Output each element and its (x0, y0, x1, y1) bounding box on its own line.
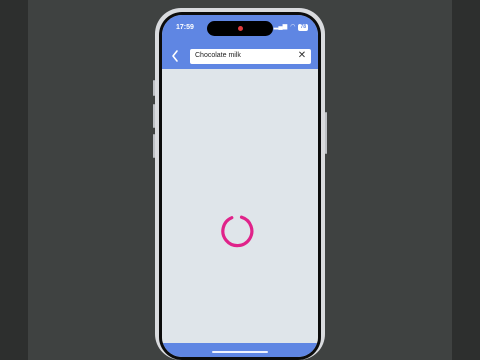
results-area (162, 69, 318, 343)
recording-dot-icon (238, 26, 243, 31)
status-time: 17:59 (176, 24, 194, 31)
status-bar: 17:59 ▂▄▆ ◠ 78 (162, 15, 318, 45)
back-arrow-icon[interactable] (170, 49, 180, 63)
dynamic-island (207, 21, 273, 36)
signal-icon: ▂▄▆ (273, 24, 288, 30)
bottom-bar (162, 343, 318, 357)
phone-frame: 17:59 ▂▄▆ ◠ 78 Chocolate milk ✕ (155, 8, 325, 360)
search-query-text: Chocolate milk (195, 52, 241, 59)
wifi-icon: ◠ (290, 24, 296, 30)
search-toolbar: Chocolate milk ✕ (162, 45, 318, 69)
phone-power-button (325, 112, 327, 154)
phone-screen: 17:59 ▂▄▆ ◠ 78 Chocolate milk ✕ (162, 15, 318, 357)
search-input[interactable]: Chocolate milk ✕ (190, 49, 311, 64)
phone-bezel: 17:59 ▂▄▆ ◠ 78 Chocolate milk ✕ (159, 12, 321, 360)
video-frame: 17:59 ▂▄▆ ◠ 78 Chocolate milk ✕ (0, 0, 480, 360)
status-icons: ▂▄▆ ◠ 78 (274, 24, 308, 31)
left-dark-margin (0, 0, 28, 360)
home-indicator[interactable] (212, 351, 268, 353)
battery-icon: 78 (298, 24, 308, 31)
right-dark-margin (452, 0, 480, 360)
loading-spinner-icon (221, 215, 254, 248)
clear-search-icon[interactable]: ✕ (297, 50, 307, 62)
